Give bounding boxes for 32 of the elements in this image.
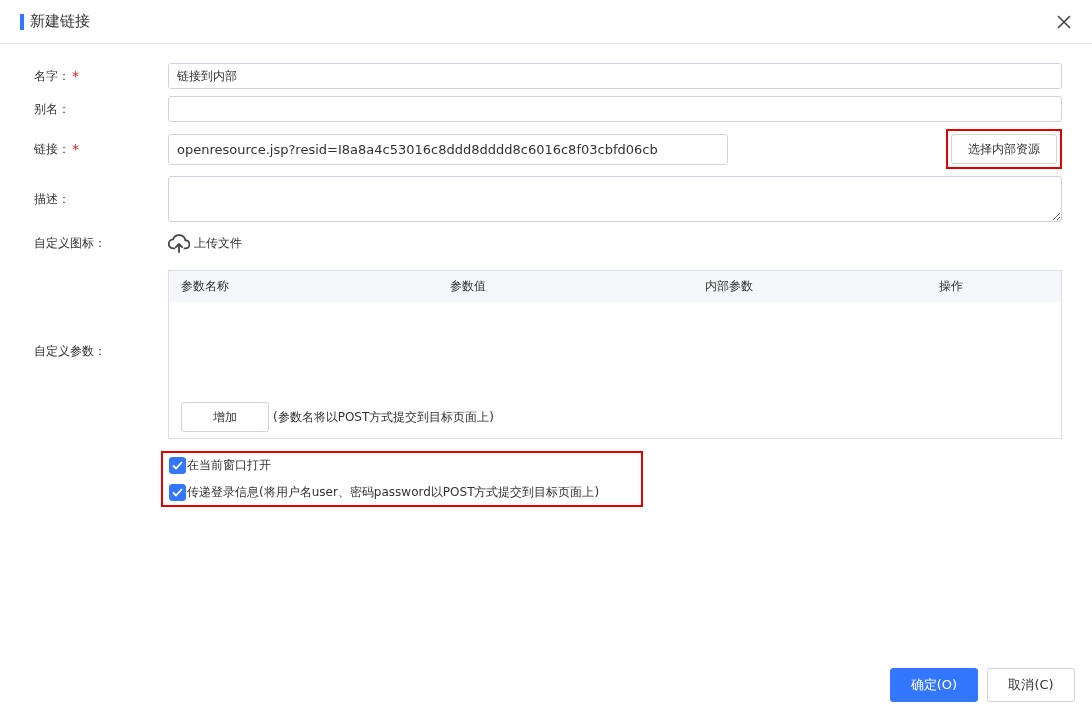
confirm-button[interactable]: 确定(O) — [890, 668, 978, 702]
field-label: 自定义图标： — [34, 234, 106, 252]
add-button[interactable]: 增加 — [181, 402, 269, 432]
column-header: 参数名称 — [181, 278, 230, 295]
field-label: 描述： — [34, 190, 70, 208]
required-mark: * — [72, 68, 79, 84]
text-field[interactable]: 链接到内部 — [168, 63, 1062, 89]
option-label: 在当前窗口打开 — [187, 457, 271, 474]
field-label: 链接： — [34, 140, 70, 158]
description-field[interactable] — [168, 176, 1062, 222]
dialog-title: 新建链接 — [30, 12, 90, 31]
column-header: 参数值 — [450, 278, 487, 295]
checkbox[interactable] — [169, 457, 186, 474]
column-header: 操作 — [939, 278, 964, 295]
text-field[interactable] — [168, 96, 1062, 122]
check-icon — [172, 488, 183, 497]
upload-button[interactable]: 上传文件 — [168, 229, 242, 257]
column-header: 内部参数 — [705, 278, 754, 295]
check-icon — [172, 461, 183, 470]
option-label: 传递登录信息(将用户名user、密码password以POST方式提交到目标页面上) — [187, 484, 600, 501]
field-label: 自定义参数： — [34, 343, 106, 360]
field-label: 别名： — [34, 100, 70, 118]
field-label: 名字： — [34, 67, 70, 85]
close-button[interactable] — [1056, 13, 1072, 30]
link-field[interactable]: openresource.jsp?resid=I8a8a4c53016c8ddd8dddd8c6016c8f03cbfd06cb — [168, 133, 728, 165]
cancel-button[interactable]: 取消(C) — [987, 668, 1075, 702]
cloud-upload-icon — [168, 233, 190, 253]
checkbox[interactable] — [169, 484, 186, 501]
select-resource-button[interactable]: 选择内部资源 — [951, 134, 1057, 164]
required-mark: * — [72, 141, 79, 157]
params-note: (参数名将以POST方式提交到目标页面上) — [273, 408, 494, 426]
accent-bar — [20, 13, 24, 30]
